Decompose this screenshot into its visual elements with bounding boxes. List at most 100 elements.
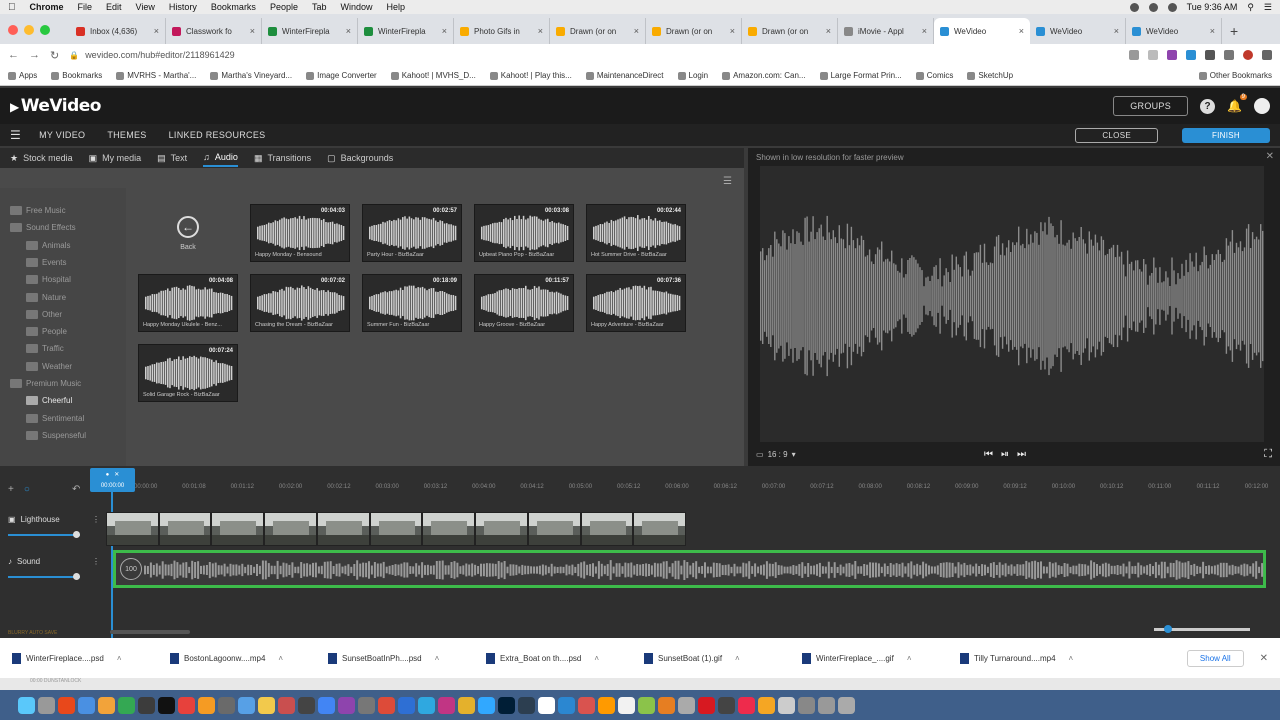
menu-app[interactable]: Chrome [30,2,64,12]
time-ruler[interactable]: 00:00:00 00:01:08 00:01:12 00:02:00 00:02:12… [104,476,1280,500]
close-window-icon[interactable] [8,25,18,35]
close-tab-icon[interactable]: × [250,26,255,36]
help-icon[interactable]: ? [1200,98,1216,114]
tab-my-media[interactable]: ▣ My media [89,150,142,167]
volume-slider[interactable] [8,573,80,580]
save-page-icon[interactable] [1129,50,1139,60]
nav-themes[interactable]: THEMES [107,130,146,140]
menu-bookmarks[interactable]: Bookmarks [211,2,256,12]
profile-icon[interactable] [1243,50,1253,60]
fullscreen-icon[interactable]: ⛶ [1264,448,1272,461]
chevron-up-icon[interactable]: ˄ [117,654,122,663]
chevron-up-icon[interactable]: ˄ [907,654,912,663]
forward-arrow-icon[interactable]: → [29,49,40,61]
dock-app-icon[interactable] [158,696,175,714]
browser-tab[interactable]: Drawn (or on × [646,18,742,44]
dock-app-icon[interactable] [258,696,275,714]
browser-tab[interactable]: Photo Gifs in × [454,18,550,44]
dock-app-icon[interactable] [578,696,595,714]
dock-app-icon[interactable] [518,696,535,714]
nav-my-video[interactable]: MY VIDEO [39,130,85,140]
playhead[interactable]: ● ✕ 00:00:00 [90,468,135,492]
dock-app-icon[interactable] [638,696,655,714]
dock-app-icon[interactable] [538,696,555,714]
menu-window[interactable]: Window [340,2,372,12]
bookmark-item[interactable]: Comics [915,71,953,80]
folder-item[interactable]: Events [26,257,66,267]
folder-item[interactable]: Hospital [26,275,71,285]
browser-tab[interactable]: Inbox (4,636) × [70,18,166,44]
dock-app-icon[interactable] [78,696,95,714]
play-icon[interactable]: ⏯ [1001,449,1009,460]
url-field[interactable]: wevideo.com/hub#editor/2118961429 [85,50,234,60]
tab-text[interactable]: ▤ Text [157,150,187,167]
download-item[interactable]: WinterFireplace_....gif ˄ [802,652,960,664]
dock-app-icon[interactable] [238,696,255,714]
browser-tab[interactable]: Classwork fo × [166,18,262,44]
folder-item[interactable]: Cheerful [26,396,72,406]
bookmark-item[interactable]: Apps [8,71,37,80]
close-tab-icon[interactable]: × [1019,26,1024,36]
menu-list-icon[interactable]: ☰ [1264,2,1272,13]
zoom-knob[interactable] [1164,625,1172,633]
track-header-sound[interactable]: ♪ Sound ⋮ [0,554,104,588]
tab-stock-media[interactable]: ★ Stock media [10,150,73,167]
list-menu-icon[interactable]: ☰ [723,176,732,187]
battery-icon[interactable] [1167,2,1177,12]
zoom-window-icon[interactable] [40,25,50,35]
apple-icon[interactable]:  [8,2,16,13]
video-clip-thumbnail[interactable] [158,512,212,546]
timeline-scrollbar[interactable] [110,630,190,634]
tab-backgrounds[interactable]: ▢ Backgrounds [327,150,393,167]
hamburger-menu-icon[interactable]: ☰ [10,128,21,142]
bookmark-item[interactable]: Login [677,71,708,80]
close-tab-icon[interactable]: × [922,26,927,36]
folder-item[interactable]: Premium Music [10,379,81,388]
close-tab-icon[interactable]: × [1114,26,1119,36]
finish-button[interactable]: FINISH [1181,127,1270,143]
bookmark-item[interactable]: Martha's Vineyard... [210,71,292,80]
dock-app-icon[interactable] [738,696,755,714]
dock-app-icon[interactable] [118,696,135,714]
browser-tab[interactable]: WeVideo × [1030,18,1126,44]
close-tab-icon[interactable]: × [1210,26,1215,36]
close-button[interactable]: CLOSE [1075,127,1158,143]
track-header-lighthouse[interactable]: ▣ Lighthouse ⋮ [0,512,104,546]
video-clip-thumbnail[interactable] [580,512,634,546]
video-clip-thumbnail[interactable] [316,512,370,546]
dock-app-icon[interactable] [418,696,435,714]
dock-app-icon[interactable] [598,696,615,714]
aspect-ratio-select[interactable]: ▭ 16 : 9 ▾ [756,450,796,459]
volume-knob[interactable] [73,531,80,538]
video-clip-thumbnail[interactable] [264,512,317,546]
chevron-up-icon[interactable]: ˄ [435,654,440,663]
star-icon[interactable] [1148,50,1158,60]
status-icon[interactable] [1129,2,1139,12]
nav-linked-resources[interactable]: LINKED RESOURCES [169,130,266,140]
dock-app-icon[interactable] [698,696,715,714]
dock-app-icon[interactable] [778,696,795,714]
dock-app-icon[interactable] [758,696,775,714]
video-clip-thumbnail[interactable] [527,512,581,546]
chevron-up-icon[interactable]: ˄ [278,654,283,663]
download-item[interactable]: WinterFireplace....psd ˄ [12,652,170,664]
folder-item[interactable]: Other [26,309,62,319]
skip-forward-icon[interactable]: ⏭ [1017,449,1026,460]
minimize-window-icon[interactable] [24,25,34,35]
close-tab-icon[interactable]: × [826,26,831,36]
chevron-up-icon[interactable]: ˄ [735,654,740,663]
download-item[interactable]: Tilly Turnaround....mp4 ˄ [960,652,1118,664]
folder-item[interactable]: Sound Effects [10,223,76,233]
groups-button[interactable]: GROUPS [1113,96,1189,116]
close-tab-icon[interactable]: × [634,26,639,36]
menu-tab[interactable]: Tab [312,2,327,12]
bookmark-item[interactable]: SketchUp [967,71,1013,80]
more-icon[interactable] [1262,50,1272,60]
new-tab-icon[interactable]: + [1230,18,1238,44]
back-button[interactable]: ← Back [138,204,238,262]
wifi-icon[interactable] [1148,2,1158,12]
wevideo-logo[interactable]: ▶ WeVideo [10,96,101,116]
extension-icon[interactable] [1167,50,1177,60]
dock-app-icon[interactable] [58,696,75,714]
download-item[interactable]: SunsetBoat (1).gif ˄ [644,652,802,664]
